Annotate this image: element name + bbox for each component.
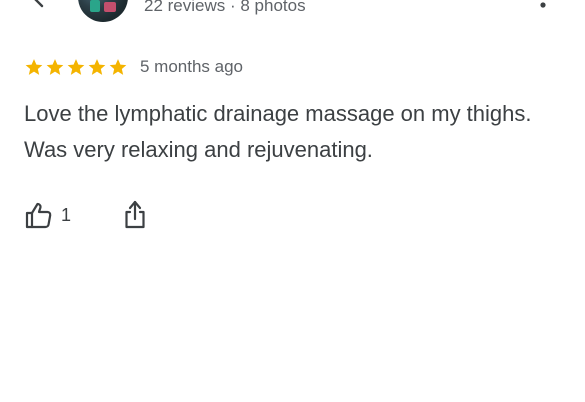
reviewer-avatar[interactable] xyxy=(78,0,128,22)
reviewer-stats: 22 reviews · 8 photos xyxy=(144,0,306,15)
more-vert-icon[interactable] xyxy=(538,0,548,10)
back-arrow-icon[interactable] xyxy=(24,0,50,12)
rating-row: 5 months ago xyxy=(24,55,243,79)
share-icon xyxy=(125,200,145,229)
star-rating xyxy=(24,57,128,77)
review-actions: 1 xyxy=(24,198,145,232)
review-time-ago: 5 months ago xyxy=(140,57,244,76)
review-text: Love the lymphatic drainage massage on m… xyxy=(24,101,532,162)
star-icon xyxy=(46,59,64,75)
like-button[interactable]: 1 xyxy=(24,200,71,230)
thumb-up-icon xyxy=(25,202,52,229)
star-icon xyxy=(109,59,127,75)
star-icon xyxy=(88,59,106,75)
star-icon xyxy=(25,59,43,75)
star-icon xyxy=(67,59,85,75)
share-button[interactable] xyxy=(121,198,149,232)
like-count: 1 xyxy=(61,205,72,225)
